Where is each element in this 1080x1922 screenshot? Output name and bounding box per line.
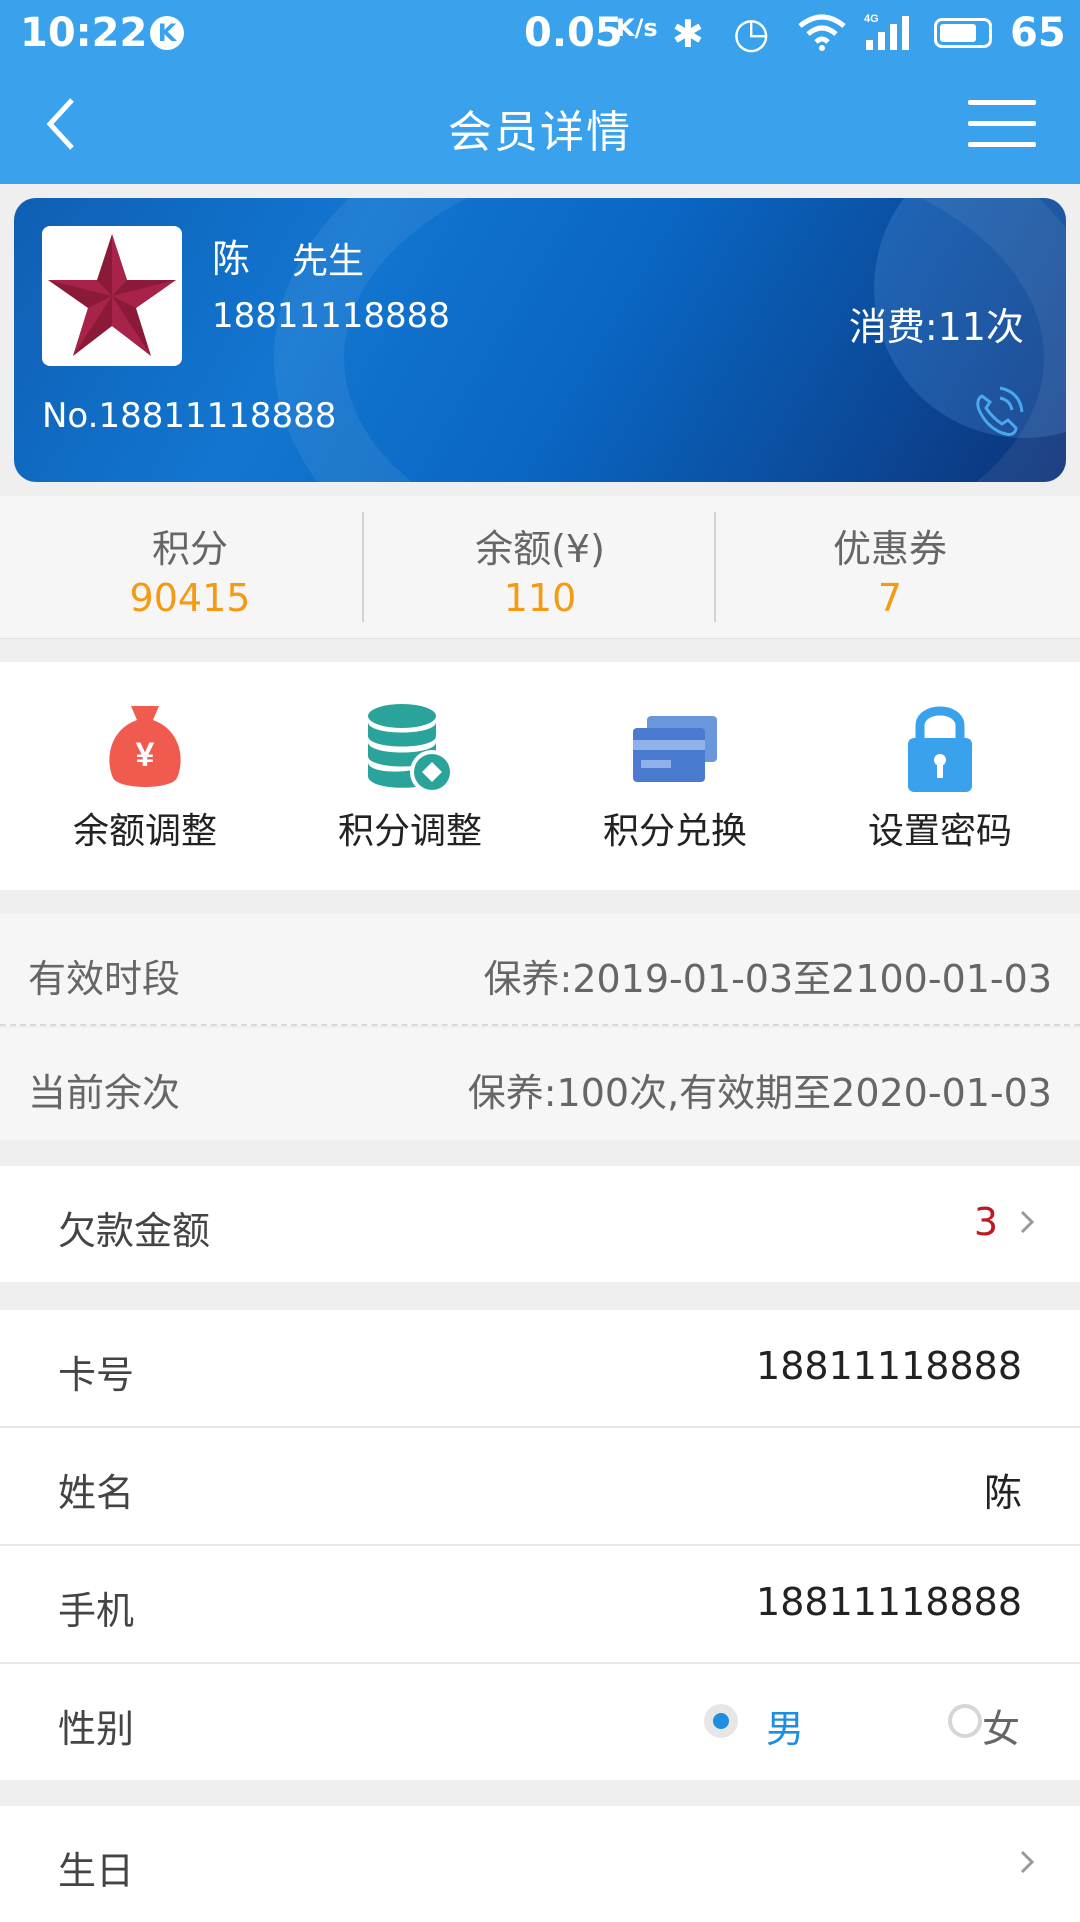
gender-row: 性别 男 女 [0, 1664, 1080, 1780]
gender-female-radio[interactable] [948, 1704, 982, 1738]
field-label: 生日 [58, 1849, 135, 1893]
field-label: 性别 [58, 1707, 135, 1751]
set-password-button[interactable]: 设置密码 [805, 662, 1075, 890]
valid-period-row: 有效时段 保养:2019-01-03至2100-01-03 [0, 914, 1080, 1026]
balance-adjust-button[interactable]: ¥ 余额调整 [10, 662, 280, 890]
page-title: 会员详情 [448, 107, 632, 158]
svg-text:4G: 4G [864, 13, 879, 25]
stat-coupons[interactable]: 优惠券 7 [710, 496, 1070, 638]
points-exchange-button[interactable]: 积分兑换 [540, 662, 810, 890]
network-speed-unit: K/s [616, 14, 658, 42]
signal-4g-icon: 4G [864, 13, 909, 50]
status-bar: 10:22 K 0.05 K/s ✱ ◷ 4G 65 [0, 0, 1080, 64]
field-value: 18811118888 [756, 1344, 1022, 1388]
action-label: 设置密码 [867, 811, 1012, 852]
lock-icon [908, 706, 972, 792]
alarm-icon: ◷ [733, 8, 770, 57]
field-label: 姓名 [58, 1471, 135, 1515]
action-grid: ¥ 余额调整 积分调整 积分兑换 设置密码 [0, 662, 1080, 890]
info-label: 有效时段 [28, 957, 181, 1001]
phone-call-icon[interactable] [968, 384, 1026, 442]
points-adjust-button[interactable]: 积分调整 [275, 662, 545, 890]
member-card: 陈 先生 18811118888 消费:11次 No.18811118888 [14, 198, 1066, 482]
member-phone: 18811118888 [212, 296, 450, 336]
card-icon [633, 716, 717, 782]
mobile-row[interactable]: 手机 18811118888 [0, 1546, 1080, 1662]
member-name: 陈 [212, 237, 251, 281]
stat-label: 余额(¥) [475, 527, 605, 571]
debt-label: 欠款金额 [58, 1209, 211, 1253]
debt-value: 3 [973, 1200, 998, 1244]
member-stats: 积分 90415 余额(¥) 110 优惠券 7 [0, 496, 1080, 639]
chevron-right-icon [1020, 1850, 1035, 1874]
info-label: 当前余次 [28, 1071, 181, 1115]
stat-value: 7 [877, 576, 903, 620]
hamburger-menu-icon[interactable] [968, 100, 1036, 148]
field-value: 18811118888 [756, 1580, 1022, 1624]
status-time: 10:22 [20, 10, 148, 56]
stat-value: 110 [503, 576, 577, 620]
card-number-row: 卡号 18811118888 [0, 1310, 1080, 1426]
bluetooth-icon: ✱ [672, 12, 704, 56]
stat-points[interactable]: 积分 90415 [10, 496, 370, 638]
dashed-divider [0, 1024, 1080, 1026]
svg-text:¥: ¥ [136, 736, 155, 774]
action-label: 余额调整 [72, 811, 217, 852]
info-value: 保养:2019-01-03至2100-01-03 [483, 957, 1052, 1001]
action-label: 积分调整 [337, 811, 482, 852]
gender-male-label[interactable]: 男 [766, 1698, 804, 1753]
navigation-bar: 会员详情 [0, 64, 1080, 184]
network-speed: 0.05 [524, 10, 623, 56]
info-value: 保养:100次,有效期至2020-01-03 [467, 1071, 1052, 1115]
k-app-icon: K [150, 16, 184, 50]
stat-label: 积分 [151, 527, 228, 571]
card-number: No.18811118888 [42, 396, 337, 436]
money-bag-icon: ¥ [109, 706, 181, 787]
wifi-icon [798, 14, 846, 51]
battery-level: 65 [1010, 10, 1066, 56]
stat-balance[interactable]: 余额(¥) 110 [360, 496, 720, 638]
red-star-avatar [48, 234, 176, 356]
stat-value: 90415 [129, 576, 251, 620]
birthday-row[interactable]: 生日 [0, 1806, 1080, 1922]
name-row[interactable]: 姓名 陈 [0, 1428, 1080, 1544]
action-label: 积分兑换 [602, 811, 747, 852]
visit-count: 消费:11次 [848, 305, 1024, 349]
field-label: 手机 [58, 1589, 135, 1633]
avatar[interactable] [42, 226, 182, 366]
field-value: 陈 [983, 1471, 1022, 1515]
battery-icon [934, 18, 992, 48]
field-label: 卡号 [58, 1353, 135, 1397]
coin-stack-icon [368, 704, 454, 794]
gender-female-label[interactable]: 女 [982, 1698, 1020, 1753]
debt-amount-row[interactable]: 欠款金额 3 [0, 1166, 1080, 1282]
stat-label: 优惠券 [832, 527, 947, 571]
member-salutation: 先生 [292, 241, 365, 282]
chevron-right-icon [1020, 1210, 1035, 1234]
remaining-times-row: 当前余次 保养:100次,有效期至2020-01-03 [0, 1028, 1080, 1140]
gender-male-radio[interactable] [704, 1704, 738, 1738]
